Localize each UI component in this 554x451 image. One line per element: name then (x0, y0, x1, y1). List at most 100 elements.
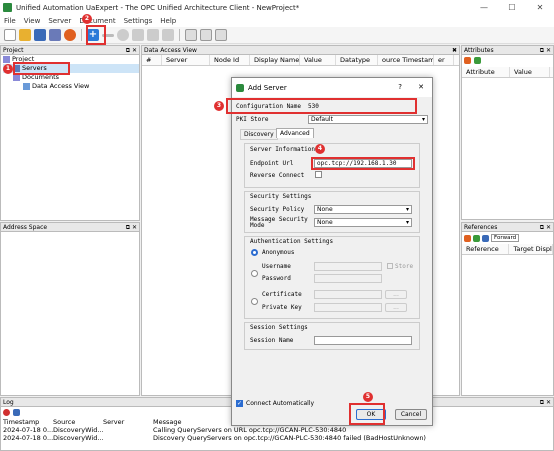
panel-close-icon[interactable]: ⧉ ✕ (540, 398, 551, 407)
direction-select[interactable]: Forward (491, 234, 520, 242)
col-server-timestamp[interactable]: er (434, 55, 454, 65)
log-row[interactable]: 2024-07-18 0... DiscoveryWid... Discover… (1, 434, 553, 442)
save-as-icon[interactable] (49, 29, 61, 41)
clear-log-icon[interactable] (3, 409, 10, 416)
session-settings-heading: Session Settings (250, 324, 308, 331)
reverse-connect-checkbox[interactable] (315, 171, 322, 178)
col-datatype[interactable]: Datatype (336, 55, 378, 65)
username-radio[interactable] (251, 270, 258, 277)
annotation-badge-5: 5 (363, 392, 373, 402)
col-source-timestamp[interactable]: ource Timestam (378, 55, 434, 65)
help-button[interactable]: ? (398, 83, 402, 91)
refresh-icon[interactable] (464, 234, 471, 242)
dialog-close-button[interactable]: ✕ (418, 83, 424, 91)
app-icon (3, 3, 12, 12)
col-server[interactable]: Server (162, 55, 210, 65)
private-key-input[interactable] (314, 303, 382, 312)
references-panel: References ⧉ ✕ Forward Reference Target D… (461, 222, 554, 396)
chevron-down-icon: ▾ (405, 206, 409, 213)
annotation-badge-3: 3 (214, 101, 224, 111)
maximize-button[interactable]: ☐ (498, 0, 526, 15)
tree-item-data-access-view[interactable]: Data Access View (3, 82, 139, 91)
delete-document-icon[interactable] (200, 29, 212, 41)
menu-view[interactable]: View (24, 17, 41, 25)
address-space-title: Address Space ⧉ ✕ (1, 223, 139, 232)
browse-icon[interactable] (482, 234, 489, 242)
toolbar-separator (179, 29, 180, 41)
save-project-icon[interactable] (34, 29, 46, 41)
endpoint-url-label: Endpoint Url (250, 160, 294, 167)
settings-icon[interactable] (64, 29, 76, 41)
col-reference[interactable]: Reference (462, 244, 510, 254)
menu-file[interactable]: File (4, 17, 16, 25)
col-source[interactable]: Source (53, 418, 103, 426)
menu-settings[interactable]: Settings (124, 17, 153, 25)
save-log-icon[interactable] (13, 409, 20, 416)
password-input[interactable] (314, 274, 382, 283)
server-info-heading: Server Information (250, 146, 316, 153)
disconnect-icon[interactable] (132, 29, 144, 41)
chevron-down-icon: ▾ (405, 219, 409, 226)
password-label: Password (262, 275, 291, 282)
pki-store-select[interactable]: Default ▾ (308, 115, 428, 124)
minimize-button[interactable]: — (470, 0, 498, 15)
menu-server[interactable]: Server (48, 17, 71, 25)
tab-close-icon[interactable]: ✖ (452, 46, 457, 55)
certificate-browse-button[interactable]: ... (385, 290, 407, 299)
certificate-label: Certificate (262, 291, 302, 298)
title-bar: Unified Automation UaExpert - The OPC Un… (0, 0, 554, 15)
col-index[interactable]: # (142, 55, 162, 65)
tab-discovery[interactable]: Discovery (240, 129, 278, 140)
dav-tab[interactable]: Data Access View ✖ (142, 46, 459, 55)
log-row[interactable]: 2024-07-18 0... DiscoveryWid... Calling … (1, 426, 553, 434)
pki-store-label: PKI Store (236, 116, 269, 123)
security-mode-select[interactable]: None ▾ (314, 218, 412, 227)
col-attribute[interactable]: Attribute (462, 67, 510, 77)
col-display-name[interactable]: Display Name (250, 55, 300, 65)
store-checkbox[interactable] (387, 263, 393, 269)
refresh-icon[interactable] (464, 57, 471, 64)
menu-help[interactable]: Help (160, 17, 176, 25)
session-name-input[interactable] (314, 336, 412, 345)
user-icon[interactable] (162, 29, 174, 41)
col-node-id[interactable]: Node Id (210, 55, 250, 65)
annotation-box-endpoint (311, 157, 415, 170)
col-log-server[interactable]: Server (103, 418, 153, 426)
username-input[interactable] (314, 262, 382, 271)
anonymous-radio[interactable] (251, 249, 258, 256)
security-policy-select[interactable]: None ▾ (314, 205, 412, 214)
panel-close-icon[interactable]: ⧉ ✕ (126, 46, 137, 55)
connect-automatically-checkbox[interactable]: ✓ (236, 400, 243, 407)
private-key-browse-button[interactable]: ... (385, 303, 407, 312)
annotation-box-config-name (226, 98, 417, 114)
panel-close-icon[interactable]: ⧉ ✕ (540, 46, 551, 55)
security-policy-label: Security Policy (250, 206, 305, 213)
panel-close-icon[interactable]: ⧉ ✕ (540, 223, 551, 232)
tab-advanced[interactable]: Advanced (276, 128, 314, 138)
connect-automatically-label: Connect Automatically (246, 400, 315, 407)
certificate-input[interactable] (314, 290, 382, 299)
project-panel-title: Project ⧉ ✕ (1, 46, 139, 55)
certificate-radio[interactable] (251, 298, 258, 305)
col-value[interactable]: Value (300, 55, 336, 65)
cut-icon[interactable] (147, 29, 159, 41)
new-project-icon[interactable] (4, 29, 16, 41)
close-button[interactable]: ✕ (526, 0, 554, 15)
references-columns: Reference Target Displa (462, 244, 553, 255)
check-icon[interactable] (473, 234, 480, 242)
document-icon[interactable] (185, 29, 197, 41)
annotation-box-servers (13, 62, 70, 75)
col-timestamp[interactable]: Timestamp (1, 418, 53, 426)
window-icon[interactable] (215, 29, 227, 41)
cancel-button[interactable]: Cancel (395, 409, 427, 420)
col-attr-value[interactable]: Value (510, 67, 550, 77)
references-toolbar: Forward (462, 232, 553, 244)
panel-close-icon[interactable]: ⧉ ✕ (126, 223, 137, 232)
annotation-box-add-server (86, 25, 106, 45)
open-project-icon[interactable] (19, 29, 31, 41)
connect-icon[interactable] (117, 29, 129, 41)
address-space-panel: Address Space ⧉ ✕ (0, 222, 140, 396)
references-title: References ⧉ ✕ (462, 223, 553, 232)
col-target-display[interactable]: Target Displa (509, 244, 553, 254)
check-icon[interactable] (474, 57, 481, 64)
